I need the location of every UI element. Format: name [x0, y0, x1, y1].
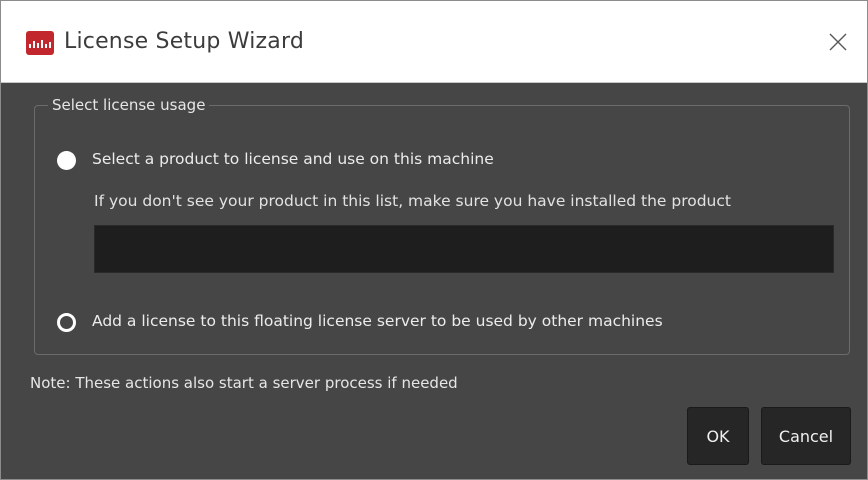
- product-list[interactable]: [94, 225, 834, 273]
- group-legend: Select license usage: [48, 96, 210, 114]
- radio-use-on-this-machine[interactable]: [57, 151, 76, 170]
- note-text: Note: These actions also start a server …: [30, 374, 458, 392]
- cancel-button[interactable]: Cancel: [761, 407, 851, 465]
- option-label-use-on-this-machine[interactable]: Select a product to license and use on t…: [92, 150, 494, 168]
- radio-floating-license-server[interactable]: [57, 313, 76, 332]
- close-icon: [829, 33, 847, 51]
- waveform-icon: [26, 31, 54, 55]
- license-setup-wizard-window: License Setup Wizard Select license usag…: [0, 0, 868, 480]
- ok-button[interactable]: OK: [687, 407, 749, 465]
- close-button[interactable]: [823, 27, 853, 57]
- product-list-hint: If you don't see your product in this li…: [94, 192, 731, 210]
- window-title: License Setup Wizard: [64, 29, 304, 54]
- option-label-floating-license-server[interactable]: Add a license to this floating license s…: [92, 312, 663, 330]
- title-bar[interactable]: License Setup Wizard: [1, 1, 867, 83]
